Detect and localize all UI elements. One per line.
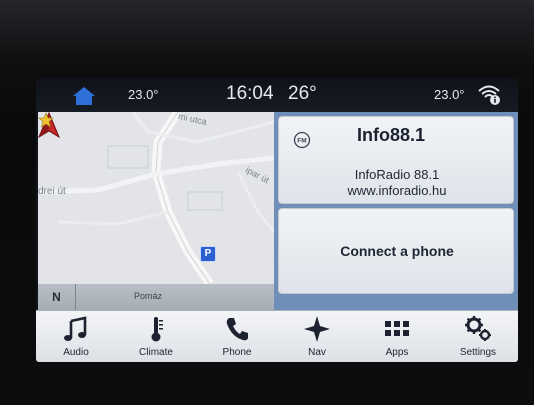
station-name: Info88.1	[357, 125, 426, 145]
phone-icon	[226, 318, 248, 341]
street-label: drei út	[38, 186, 66, 197]
status-bar: 23.0° 16:04 26° 23.0°	[36, 78, 518, 112]
passenger-temperature[interactable]: 23.0°	[434, 87, 465, 102]
compass-heading[interactable]: N	[38, 284, 76, 310]
dock-button-phone[interactable]: Phone	[197, 311, 277, 362]
parking-icon[interactable]: P	[200, 246, 216, 262]
bottom-dock: Audio Climate Phone Nav Apps Settings	[36, 310, 518, 362]
infotainment-screen: 23.0° 16:04 26° 23.0° mi utca drei út ip…	[36, 78, 518, 362]
dock-label: Phone	[222, 347, 252, 358]
gears-icon	[465, 316, 491, 341]
dock-label: Nav	[308, 347, 326, 358]
dock-button-audio[interactable]: Audio	[36, 311, 116, 362]
connect-phone-panel[interactable]: Connect a phone	[278, 208, 514, 294]
outside-temperature: 26°	[288, 83, 317, 104]
navigation-map[interactable]: mi utca drei út ipar út P N Pomáz	[38, 112, 274, 310]
dock-button-settings[interactable]: Settings	[438, 311, 518, 362]
station-description: InfoRadio 88.1	[354, 167, 440, 182]
dock-label: Apps	[385, 347, 409, 358]
dock-label: Audio	[63, 347, 89, 358]
wifi-info-icon[interactable]	[476, 82, 502, 106]
clock: 16:04	[226, 83, 274, 104]
compass-star-icon	[304, 316, 330, 342]
dock-button-apps[interactable]: Apps	[357, 311, 437, 362]
connect-phone-label: Connect a phone	[340, 243, 454, 259]
favorite-star-icon[interactable]	[38, 112, 54, 128]
current-location-name: Pomáz	[134, 291, 163, 301]
map-info-strip: N Pomáz	[38, 284, 274, 310]
media-phone-column: FM Info88.1 InfoRadio 88.1 www.inforadio…	[274, 112, 518, 310]
bezel-glare	[0, 0, 534, 60]
station-website: www.inforadio.hu	[347, 183, 447, 198]
dock-button-climate[interactable]: Climate	[116, 311, 196, 362]
fm-radio-icon: FM	[293, 131, 311, 149]
dock-label: Climate	[139, 347, 173, 358]
radio-panel[interactable]: FM Info88.1 InfoRadio 88.1 www.inforadio…	[278, 116, 514, 204]
thermometer-icon	[151, 317, 163, 342]
map-roads	[38, 112, 274, 284]
dock-label: Settings	[459, 347, 497, 358]
grid-icon	[385, 321, 409, 336]
music-note-icon	[64, 316, 87, 341]
dock-button-nav[interactable]: Nav	[277, 311, 357, 362]
svg-text:FM: FM	[297, 138, 306, 145]
home-icon[interactable]	[72, 86, 96, 106]
driver-temperature[interactable]: 23.0°	[128, 87, 159, 102]
